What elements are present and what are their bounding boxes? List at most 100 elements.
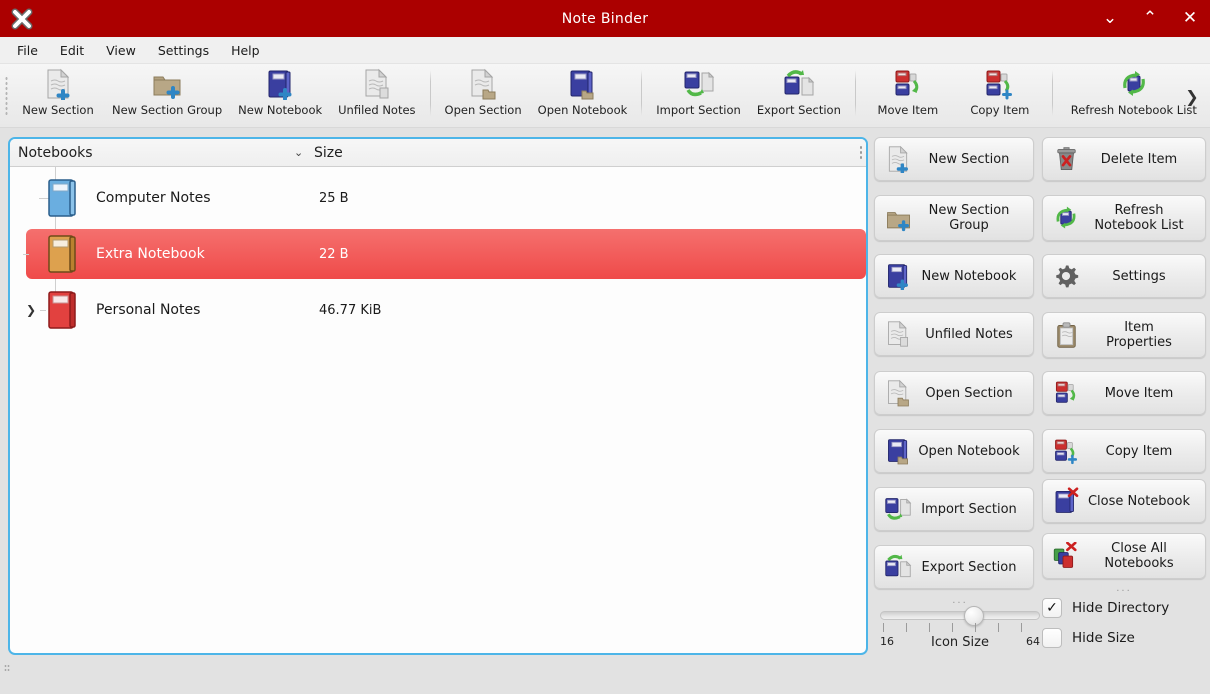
hide-size-checkbox[interactable]: Hide Size <box>1042 628 1135 648</box>
close-icon[interactable] <box>0 0 44 37</box>
slider-labels: 16 Icon Size 64 <box>880 635 1040 651</box>
column-header-notebooks[interactable]: Notebooks <box>10 145 93 161</box>
notebook-icon-orange <box>42 232 82 276</box>
button-label: Open Section <box>925 385 1013 401</box>
button-label: New Section Group <box>928 203 1010 233</box>
table-row[interactable]: Extra Notebook 22 B <box>23 229 866 279</box>
column-resize-handle[interactable] <box>859 145 863 161</box>
table-row[interactable]: Computer Notes 25 B <box>26 173 866 223</box>
toolbar-separator <box>854 70 856 116</box>
button-label: New Section <box>928 151 1010 167</box>
new-notebook-button[interactable]: New Notebook <box>874 254 1034 298</box>
refresh-notebook-list-icon <box>1117 68 1151 100</box>
icon-size-slider[interactable]: ··· 16 Icon Size 64 <box>880 599 1040 651</box>
menu-item-edit[interactable]: Edit <box>51 40 93 61</box>
new-notebook-icon <box>265 68 295 100</box>
new-section-button[interactable]: New Section <box>874 137 1034 181</box>
table-row[interactable]: ❯ Personal Notes 46.77 KiB <box>26 285 866 335</box>
close-button[interactable]: ✕ <box>1176 5 1204 33</box>
close-all-notebooks-icon <box>1049 542 1083 570</box>
status-grip <box>4 664 10 672</box>
clipboard-icon <box>1049 321 1083 349</box>
toolbar: New Section New Section Group New Notebo… <box>0 64 1210 128</box>
new-section-group-button[interactable]: New Section Group <box>874 195 1034 241</box>
item-properties-button[interactable]: Item Properties <box>1042 312 1206 358</box>
button-label: Import Section <box>921 501 1017 517</box>
checkbox-box[interactable]: ✓ <box>1042 598 1062 618</box>
slider-track[interactable] <box>880 606 1040 626</box>
new-section-icon <box>43 68 73 100</box>
notebook-icon-blue <box>42 176 82 220</box>
toolbar-label: Move Item <box>877 103 939 117</box>
toolbar-group-open: Open Section Open Notebook <box>437 64 636 128</box>
toolbar-group-transfer: Import Section Export Section <box>648 64 849 128</box>
open-section-icon <box>468 68 498 100</box>
unfiled-notes-icon <box>362 68 392 100</box>
menu-item-help[interactable]: Help <box>222 40 269 61</box>
delete-item-button[interactable]: Delete Item <box>1042 137 1206 181</box>
notebook-list-panel: Notebooks ⌄ Size Computer Notes 25 B Ext… <box>8 137 868 655</box>
expander-chevron-right-icon[interactable]: ❯ <box>24 303 38 317</box>
toolbar-label: Open Notebook <box>537 103 628 117</box>
slider-title: Icon Size <box>931 635 989 650</box>
toolbar-open-section[interactable]: Open Section <box>437 64 530 124</box>
import-section-icon <box>682 68 716 100</box>
import-section-icon <box>881 495 915 523</box>
new-section-group-icon <box>151 68 183 100</box>
toolbar-label: Copy Item <box>970 103 1030 117</box>
refresh-notebook-list-button[interactable]: Refresh Notebook List <box>1042 195 1206 241</box>
toolbar-label: Import Section <box>656 103 741 117</box>
settings-button[interactable]: Settings <box>1042 254 1206 298</box>
move-item-icon <box>1049 379 1083 407</box>
menu-item-view[interactable]: View <box>97 40 145 61</box>
close-all-notebooks-button[interactable]: Close All Notebooks <box>1042 533 1206 579</box>
copy-item-button[interactable]: Copy Item <box>1042 429 1206 473</box>
slider-dots: ··· <box>952 598 968 609</box>
button-label: Close All Notebooks <box>1104 541 1174 571</box>
trash-icon <box>1049 145 1083 173</box>
toolbar-import-section[interactable]: Import Section <box>648 64 749 124</box>
button-label: Item Properties <box>1106 320 1172 350</box>
new-section-group-icon <box>881 205 915 232</box>
copy-item-icon <box>1049 437 1083 465</box>
import-section-button[interactable]: Import Section <box>874 487 1034 531</box>
row-name: Extra Notebook <box>96 246 205 262</box>
menu-item-settings[interactable]: Settings <box>149 40 218 61</box>
checkbox-box[interactable] <box>1042 628 1062 648</box>
toolbar-label: New Section <box>22 103 94 117</box>
toolbar-copy-item[interactable]: Copy Item <box>954 64 1046 124</box>
toolbar-open-notebook[interactable]: Open Notebook <box>530 64 636 124</box>
column-header-size[interactable]: Size <box>314 145 343 161</box>
toolbar-group-item: Move Item Copy Item <box>862 64 1046 128</box>
open-section-icon <box>881 379 915 407</box>
chevron-down-icon[interactable]: ⌄ <box>294 146 303 159</box>
menu-item-file[interactable]: File <box>8 40 47 61</box>
button-label: New Notebook <box>921 268 1017 284</box>
close-notebook-button[interactable]: Close Notebook <box>1042 479 1206 523</box>
open-notebook-button[interactable]: Open Notebook <box>874 429 1034 473</box>
toolbar-move-item[interactable]: Move Item <box>862 64 954 124</box>
toolbar-export-section[interactable]: Export Section <box>749 64 849 124</box>
export-section-icon <box>782 68 816 100</box>
row-size: 25 B <box>319 190 349 206</box>
toolbar-overflow-chevron-right-icon[interactable]: ❯ <box>1178 64 1206 128</box>
toolbar-unfiled-notes[interactable]: Unfiled Notes <box>330 64 423 124</box>
toolbar-new-notebook[interactable]: New Notebook <box>230 64 330 124</box>
toolbar-new-section[interactable]: New Section <box>12 64 104 124</box>
list-body: Computer Notes 25 B Extra Notebook 22 B … <box>10 167 866 653</box>
toolbar-label: Unfiled Notes <box>338 103 416 117</box>
toolbar-new-section-group[interactable]: New Section Group <box>104 64 230 124</box>
minimize-button[interactable]: ⌄ <box>1096 5 1124 33</box>
notebook-icon-red <box>42 288 82 332</box>
open-section-button[interactable]: Open Section <box>874 371 1034 415</box>
copy-item-icon <box>984 68 1016 100</box>
move-item-button[interactable]: Move Item <box>1042 371 1206 415</box>
checkbox-label: Hide Size <box>1072 630 1135 646</box>
toolbar-grip[interactable] <box>0 64 12 128</box>
tree-branch <box>23 254 29 255</box>
export-section-button[interactable]: Export Section <box>874 545 1034 589</box>
hide-directory-checkbox[interactable]: ✓ Hide Directory <box>1042 598 1169 618</box>
maximize-button[interactable]: ⌃ <box>1136 5 1164 33</box>
row-name: Personal Notes <box>96 302 201 318</box>
unfiled-notes-button[interactable]: Unfiled Notes <box>874 312 1034 356</box>
